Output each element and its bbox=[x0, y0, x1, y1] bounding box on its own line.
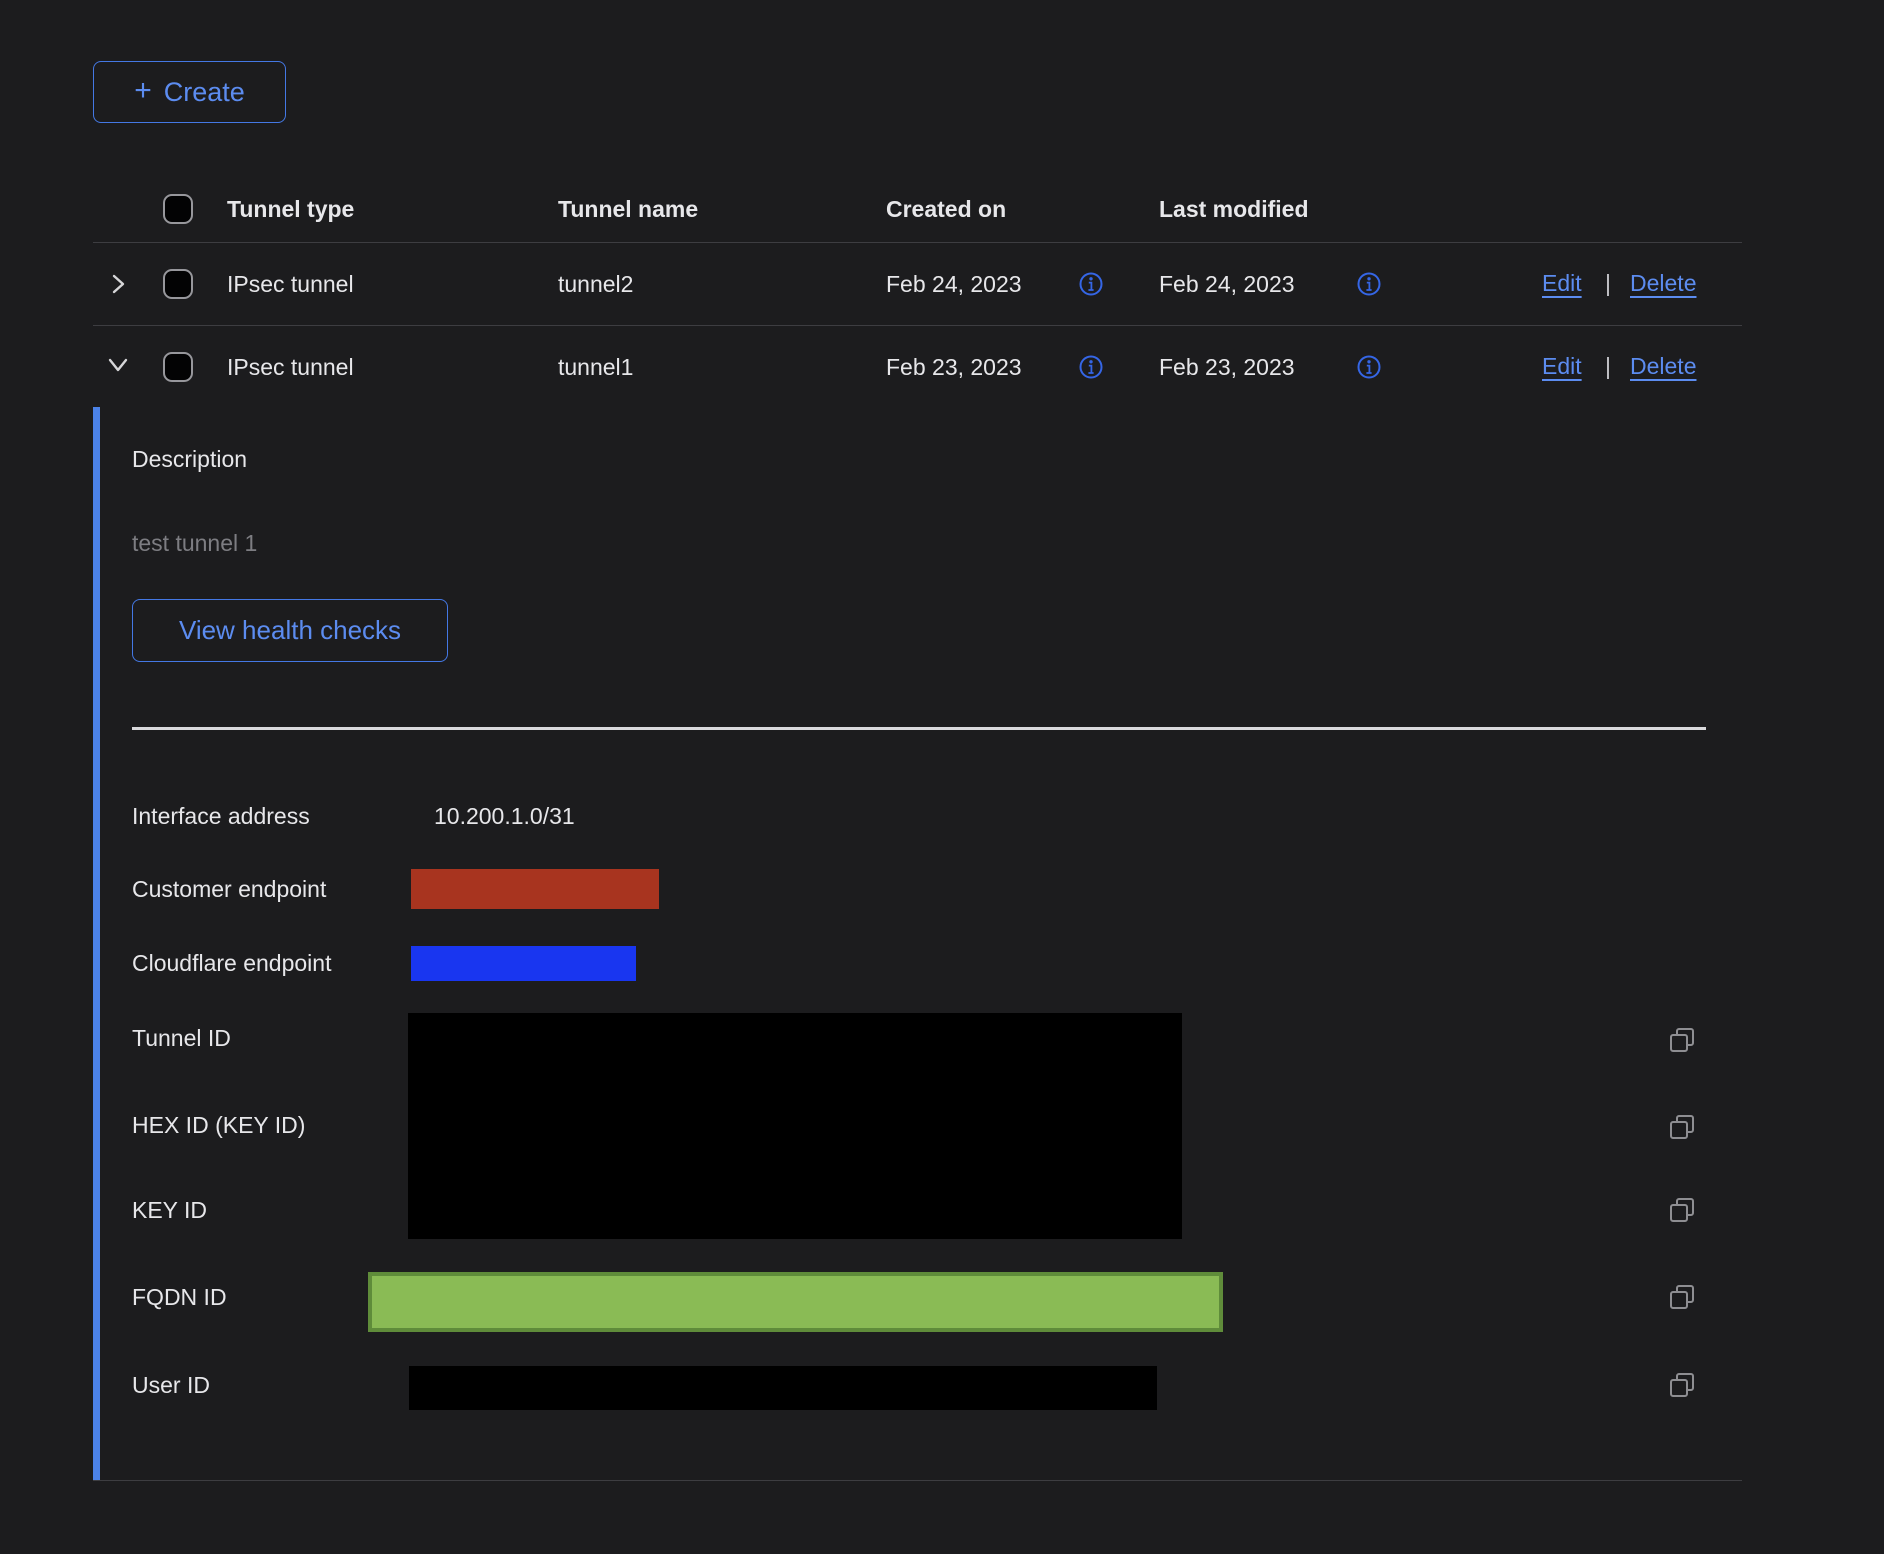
info-icon[interactable] bbox=[1356, 271, 1382, 297]
last-modified-cell: Feb 23, 2023 bbox=[1159, 353, 1295, 381]
expanded-row-accent-bar bbox=[93, 407, 100, 1480]
plus-icon: + bbox=[134, 76, 152, 106]
copy-icon[interactable] bbox=[1668, 1026, 1696, 1054]
select-all-checkbox[interactable] bbox=[163, 194, 193, 224]
action-separator: | bbox=[1605, 353, 1611, 380]
created-on-cell: Feb 24, 2023 bbox=[886, 270, 1022, 298]
copy-icon[interactable] bbox=[1668, 1113, 1696, 1141]
ids-redaction bbox=[408, 1013, 1182, 1239]
user-id-label: User ID bbox=[132, 1371, 210, 1399]
copy-icon[interactable] bbox=[1668, 1371, 1696, 1399]
cloudflare-endpoint-redaction bbox=[411, 946, 636, 981]
fqdn-id-label: FQDN ID bbox=[132, 1283, 227, 1311]
edit-link[interactable]: Edit bbox=[1542, 353, 1582, 380]
key-id-label: KEY ID bbox=[132, 1196, 207, 1224]
view-health-checks-button[interactable]: View health checks bbox=[132, 599, 448, 662]
chevron-down-icon[interactable] bbox=[106, 356, 130, 381]
chevron-right-icon[interactable] bbox=[107, 273, 129, 300]
edit-link[interactable]: Edit bbox=[1542, 270, 1582, 297]
fqdn-id-redaction bbox=[368, 1272, 1223, 1332]
delete-link[interactable]: Delete bbox=[1630, 270, 1696, 297]
create-button[interactable]: + Create bbox=[93, 61, 286, 123]
column-header-tunnel-name: Tunnel name bbox=[558, 195, 698, 223]
interface-address-label: Interface address bbox=[132, 802, 310, 830]
tunnel-type-cell: IPsec tunnel bbox=[227, 270, 354, 298]
interface-address-value: 10.200.1.0/31 bbox=[434, 802, 575, 830]
customer-endpoint-label: Customer endpoint bbox=[132, 875, 326, 903]
row-checkbox[interactable] bbox=[163, 352, 193, 382]
column-header-last-modified: Last modified bbox=[1159, 195, 1309, 223]
tunnel-type-cell: IPsec tunnel bbox=[227, 353, 354, 381]
section-divider bbox=[132, 727, 1706, 730]
last-modified-cell: Feb 24, 2023 bbox=[1159, 270, 1295, 298]
customer-endpoint-redaction bbox=[411, 869, 659, 909]
delete-link[interactable]: Delete bbox=[1630, 353, 1696, 380]
copy-icon[interactable] bbox=[1668, 1196, 1696, 1224]
description-value: test tunnel 1 bbox=[132, 529, 257, 557]
column-header-created-on: Created on bbox=[886, 195, 1006, 223]
info-icon[interactable] bbox=[1356, 354, 1382, 380]
tunnel-name-cell: tunnel1 bbox=[558, 353, 633, 381]
ipsec-tunnels-page: + Create Tunnel type Tunnel name Created… bbox=[0, 0, 1884, 1554]
column-header-tunnel-type: Tunnel type bbox=[227, 195, 354, 223]
row-checkbox[interactable] bbox=[163, 269, 193, 299]
create-button-label: Create bbox=[164, 77, 245, 108]
header-divider bbox=[93, 242, 1742, 243]
info-icon[interactable] bbox=[1078, 271, 1104, 297]
panel-bottom-divider bbox=[93, 1480, 1742, 1481]
copy-icon[interactable] bbox=[1668, 1283, 1696, 1311]
tunnel-id-label: Tunnel ID bbox=[132, 1024, 231, 1052]
created-on-cell: Feb 23, 2023 bbox=[886, 353, 1022, 381]
description-label: Description bbox=[132, 445, 247, 473]
user-id-redaction bbox=[409, 1366, 1157, 1410]
action-separator: | bbox=[1605, 270, 1611, 297]
info-icon[interactable] bbox=[1078, 354, 1104, 380]
tunnel-name-cell: tunnel2 bbox=[558, 270, 633, 298]
row-divider bbox=[93, 325, 1742, 326]
cloudflare-endpoint-label: Cloudflare endpoint bbox=[132, 949, 331, 977]
hex-id-label: HEX ID (KEY ID) bbox=[132, 1111, 305, 1139]
